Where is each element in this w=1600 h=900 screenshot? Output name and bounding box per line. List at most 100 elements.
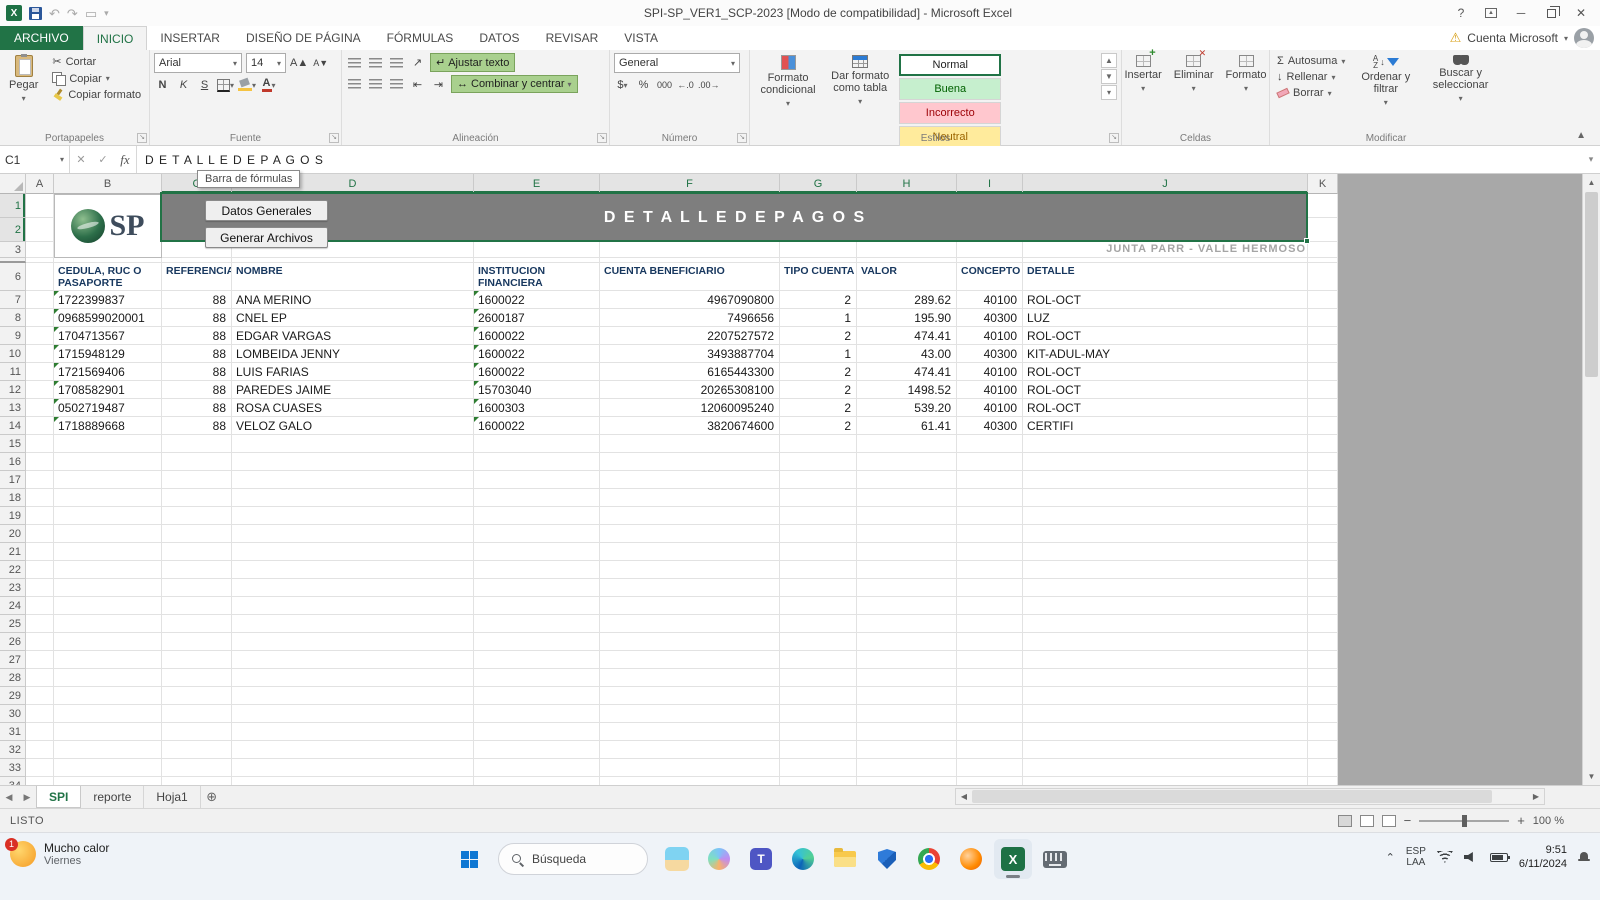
cell[interactable] xyxy=(1308,435,1338,453)
cell[interactable] xyxy=(54,453,162,471)
scroll-left-icon[interactable]: ◀ xyxy=(956,789,972,804)
data-cell[interactable]: 1600022 xyxy=(474,345,600,363)
cell[interactable] xyxy=(162,489,232,507)
cell[interactable] xyxy=(54,615,162,633)
help-button[interactable]: ? xyxy=(1446,1,1476,25)
align-bottom-icon[interactable] xyxy=(388,54,405,72)
cell[interactable] xyxy=(162,471,232,489)
cell[interactable] xyxy=(232,507,474,525)
browser-button[interactable] xyxy=(952,839,990,879)
row-header-12[interactable]: 12 xyxy=(0,381,26,399)
tab-formulas[interactable]: FÓRMULAS xyxy=(374,26,467,50)
align-center-icon[interactable] xyxy=(367,75,384,93)
cell[interactable] xyxy=(1023,471,1308,489)
cell[interactable] xyxy=(780,525,857,543)
cell[interactable] xyxy=(1023,579,1308,597)
cell[interactable] xyxy=(600,741,780,759)
scroll-down-icon[interactable]: ▼ xyxy=(1583,768,1600,785)
page-layout-view-icon[interactable] xyxy=(1360,815,1374,827)
cell[interactable] xyxy=(232,579,474,597)
cell[interactable] xyxy=(780,741,857,759)
cell[interactable] xyxy=(780,777,857,785)
row-header-20[interactable]: 20 xyxy=(0,525,26,543)
excel-taskbar-button[interactable]: X xyxy=(994,839,1032,879)
cell[interactable] xyxy=(857,633,957,651)
cell[interactable] xyxy=(600,759,780,777)
data-cell[interactable]: 88 xyxy=(162,327,232,345)
borders-button[interactable]: ▾ xyxy=(217,76,234,94)
cell[interactable] xyxy=(600,633,780,651)
cell[interactable] xyxy=(1308,489,1338,507)
cell[interactable] xyxy=(957,543,1023,561)
cell[interactable] xyxy=(600,723,780,741)
cell[interactable] xyxy=(26,471,54,489)
data-cell[interactable]: ROL-OCT xyxy=(1023,381,1308,399)
cell[interactable] xyxy=(474,543,600,561)
cancel-entry-icon[interactable]: ✕ xyxy=(70,146,92,173)
language-indicator[interactable]: ESPLAA xyxy=(1406,846,1426,868)
alignment-dialog-launcher[interactable]: ↘ xyxy=(597,133,607,143)
cell[interactable] xyxy=(162,507,232,525)
cell[interactable] xyxy=(232,435,474,453)
cell[interactable] xyxy=(26,633,54,651)
table-header-cell[interactable]: CUENTA BENEFICIARIO xyxy=(600,263,780,291)
cell[interactable] xyxy=(1308,381,1338,399)
cell[interactable] xyxy=(857,615,957,633)
cell[interactable] xyxy=(54,507,162,525)
cell[interactable] xyxy=(162,543,232,561)
close-button[interactable]: ✕ xyxy=(1566,1,1596,25)
cell[interactable] xyxy=(54,435,162,453)
cell[interactable] xyxy=(26,327,54,345)
sheet-nav-right-icon[interactable]: ▶ xyxy=(18,786,36,808)
paste-button[interactable]: Pegar▾ xyxy=(4,53,43,107)
cell[interactable] xyxy=(162,615,232,633)
cell[interactable] xyxy=(162,525,232,543)
data-cell[interactable]: 40100 xyxy=(957,399,1023,417)
cell[interactable] xyxy=(780,561,857,579)
table-header-cell[interactable]: CEDULA, RUC O PASAPORTE xyxy=(54,263,162,291)
data-cell[interactable]: 40100 xyxy=(957,327,1023,345)
comma-style-button[interactable]: 000 xyxy=(656,76,673,94)
cell[interactable] xyxy=(1308,651,1338,669)
data-cell[interactable]: 474.41 xyxy=(857,363,957,381)
fill-button[interactable]: ↓Rellenar▾ xyxy=(1274,69,1348,85)
cell[interactable] xyxy=(1023,687,1308,705)
cell[interactable] xyxy=(957,615,1023,633)
cell[interactable] xyxy=(1023,453,1308,471)
cell[interactable] xyxy=(162,435,232,453)
cell[interactable] xyxy=(474,471,600,489)
data-cell[interactable]: 1718889668 xyxy=(54,417,162,435)
cell[interactable] xyxy=(957,651,1023,669)
cell[interactable] xyxy=(600,579,780,597)
cell[interactable] xyxy=(54,687,162,705)
normal-view-icon[interactable] xyxy=(1338,815,1352,827)
cell[interactable] xyxy=(957,525,1023,543)
data-cell[interactable]: KIT-ADUL-MAY xyxy=(1023,345,1308,363)
cell[interactable] xyxy=(600,705,780,723)
decrease-indent-icon[interactable]: ⇤ xyxy=(409,75,426,93)
column-header-G[interactable]: G xyxy=(780,174,857,194)
cell[interactable] xyxy=(162,633,232,651)
cell[interactable] xyxy=(1308,417,1338,435)
cell[interactable] xyxy=(957,669,1023,687)
underline-button[interactable]: S xyxy=(196,76,213,94)
row-header-17[interactable]: 17 xyxy=(0,471,26,489)
cell[interactable] xyxy=(857,705,957,723)
cell[interactable] xyxy=(26,597,54,615)
volume-icon[interactable] xyxy=(1464,851,1479,863)
cell[interactable] xyxy=(1023,435,1308,453)
cell[interactable] xyxy=(857,242,957,258)
cell[interactable] xyxy=(474,723,600,741)
align-middle-icon[interactable] xyxy=(367,54,384,72)
row-header-34[interactable]: 34 xyxy=(0,777,26,785)
cell[interactable] xyxy=(1308,263,1338,291)
widgets-button[interactable] xyxy=(658,839,696,879)
file-explorer-button[interactable] xyxy=(826,839,864,879)
cell[interactable] xyxy=(1308,345,1338,363)
table-header-cell[interactable]: TIPO CUENTA xyxy=(780,263,857,291)
data-cell[interactable]: LUZ xyxy=(1023,309,1308,327)
row-header-2[interactable]: 2 xyxy=(0,218,26,242)
cell[interactable] xyxy=(54,597,162,615)
style-buena[interactable]: Buena xyxy=(899,78,1001,100)
vertical-scroll-thumb[interactable] xyxy=(1585,192,1598,377)
